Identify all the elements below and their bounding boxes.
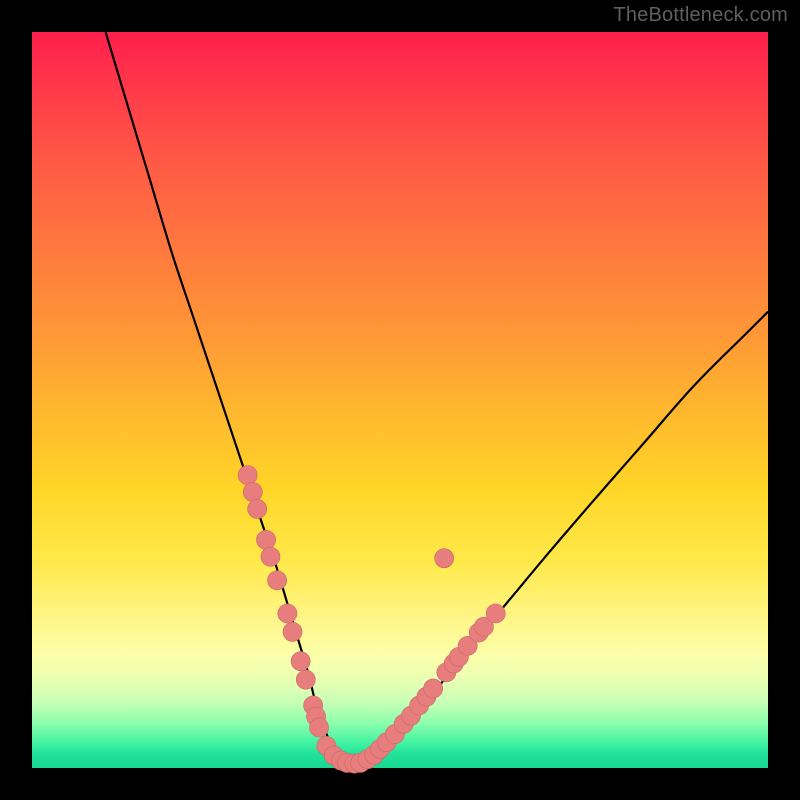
chart-frame: TheBottleneck.com	[0, 0, 800, 800]
curve-svg	[32, 32, 768, 768]
marker-dot	[296, 670, 315, 689]
marker-dot	[435, 549, 454, 568]
marker-dot	[248, 499, 267, 518]
plot-area	[32, 32, 768, 768]
marker-dot	[309, 718, 328, 737]
marker-dots-group	[238, 466, 505, 774]
marker-dot	[238, 466, 257, 485]
marker-dot	[261, 547, 280, 566]
marker-dot	[424, 679, 443, 698]
bottleneck-curve	[106, 32, 768, 762]
marker-dot	[291, 652, 310, 671]
marker-dot	[283, 622, 302, 641]
marker-dot	[486, 604, 505, 623]
marker-dot	[278, 604, 297, 623]
marker-dot	[243, 482, 262, 501]
marker-dot	[256, 530, 275, 549]
marker-dot	[268, 571, 287, 590]
watermark-text: TheBottleneck.com	[613, 4, 788, 27]
